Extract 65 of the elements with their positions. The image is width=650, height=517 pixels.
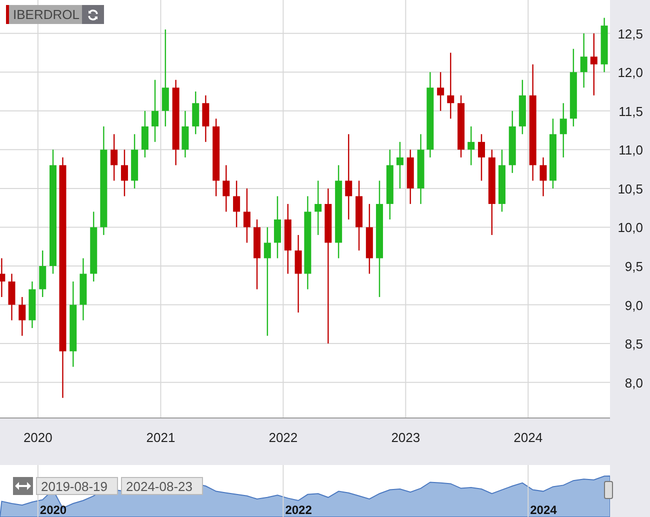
candlestick	[549, 118, 556, 188]
candlestick	[254, 219, 261, 290]
axis-label: 10,5	[618, 181, 643, 196]
axis-label: 12,5	[618, 26, 643, 42]
candlestick	[437, 72, 444, 111]
axis-label: 9,5	[624, 259, 643, 274]
candlestick	[447, 52, 454, 119]
axis-label: 2023	[391, 430, 420, 445]
candlestick	[120, 150, 128, 196]
candlestick	[141, 110, 148, 158]
axis-label: 10,0	[618, 220, 643, 236]
axis-label: 11,0	[618, 142, 643, 158]
candlestick	[192, 92, 200, 134]
candlestick	[386, 150, 394, 220]
candlestick	[80, 258, 87, 320]
axis-label: 2021	[146, 430, 176, 445]
candlestick	[356, 180, 363, 250]
scroll-handle[interactable]	[604, 481, 613, 499]
candlestick	[458, 95, 465, 158]
candlestick	[417, 134, 424, 204]
candlestick	[580, 33, 588, 88]
axis-label: 2024	[514, 430, 543, 445]
candlestick	[243, 188, 250, 243]
candlestick	[28, 282, 36, 328]
candlestick	[366, 204, 373, 274]
axis-label: 8,0	[624, 375, 643, 390]
candlestick	[152, 80, 159, 142]
candlestick	[18, 297, 26, 336]
axis-label: 2022	[285, 503, 312, 517]
start-date-field[interactable]: 2019-08-19	[36, 477, 118, 495]
candlestick	[274, 196, 281, 258]
candlestick	[560, 103, 567, 158]
candlestick	[284, 204, 292, 274]
candlestick	[590, 33, 598, 96]
candlestick	[468, 126, 475, 166]
candlestick	[600, 18, 608, 72]
candlestick	[478, 134, 485, 181]
candlestick	[396, 142, 404, 188]
candlestick	[182, 110, 189, 158]
candlestick	[540, 157, 547, 196]
candlestick	[314, 180, 322, 235]
refresh-icon[interactable]	[82, 5, 104, 24]
axis-label: 2022	[268, 430, 298, 445]
axis-label: 2024	[530, 503, 557, 517]
axis-label: 12,0	[618, 65, 643, 80]
axis-label: 2020	[40, 503, 67, 517]
candlestick	[0, 258, 6, 298]
candlestick	[498, 150, 506, 212]
candlestick	[8, 274, 16, 320]
axis-label: 8,5	[624, 336, 643, 352]
axis-label: 2020	[23, 430, 52, 445]
candlestick	[222, 165, 230, 212]
chart-title: IBERDROL	[9, 5, 82, 24]
candlestick	[90, 212, 98, 282]
candlestick	[202, 95, 210, 142]
candlestick	[131, 134, 138, 188]
candlestick	[39, 250, 46, 298]
candlestick	[518, 80, 526, 134]
candlestick	[233, 180, 240, 228]
axis-label: 11,5	[618, 104, 643, 119]
candlestick	[110, 134, 118, 181]
end-date-field[interactable]: 2024-08-23	[121, 477, 203, 495]
candlestick	[406, 150, 414, 204]
candlestick	[508, 110, 516, 173]
axis-label: 9,0	[624, 298, 643, 313]
